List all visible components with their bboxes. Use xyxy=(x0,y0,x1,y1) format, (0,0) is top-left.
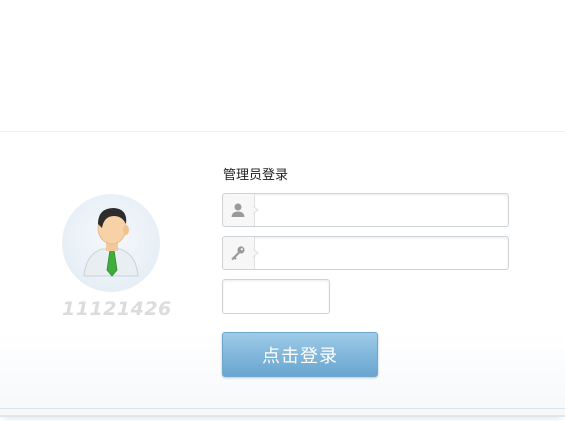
password-input[interactable] xyxy=(261,238,505,270)
password-icon-box xyxy=(223,237,255,269)
field-notch-icon xyxy=(253,206,259,214)
password-field[interactable] xyxy=(222,236,509,270)
field-notch-icon xyxy=(253,249,259,257)
user-icon xyxy=(231,203,245,217)
username-icon-box xyxy=(223,194,255,226)
captcha-input[interactable] xyxy=(222,279,330,314)
panel-divider xyxy=(0,408,565,409)
login-button[interactable]: 点击登录 xyxy=(222,332,378,377)
admin-avatar-icon xyxy=(83,208,139,277)
user-id-text: 11121426 xyxy=(62,298,172,320)
avatar xyxy=(62,194,160,292)
page-title: 管理员登录 xyxy=(223,168,289,183)
username-field[interactable] xyxy=(222,193,509,227)
key-icon xyxy=(231,246,245,261)
username-input[interactable] xyxy=(261,195,505,227)
